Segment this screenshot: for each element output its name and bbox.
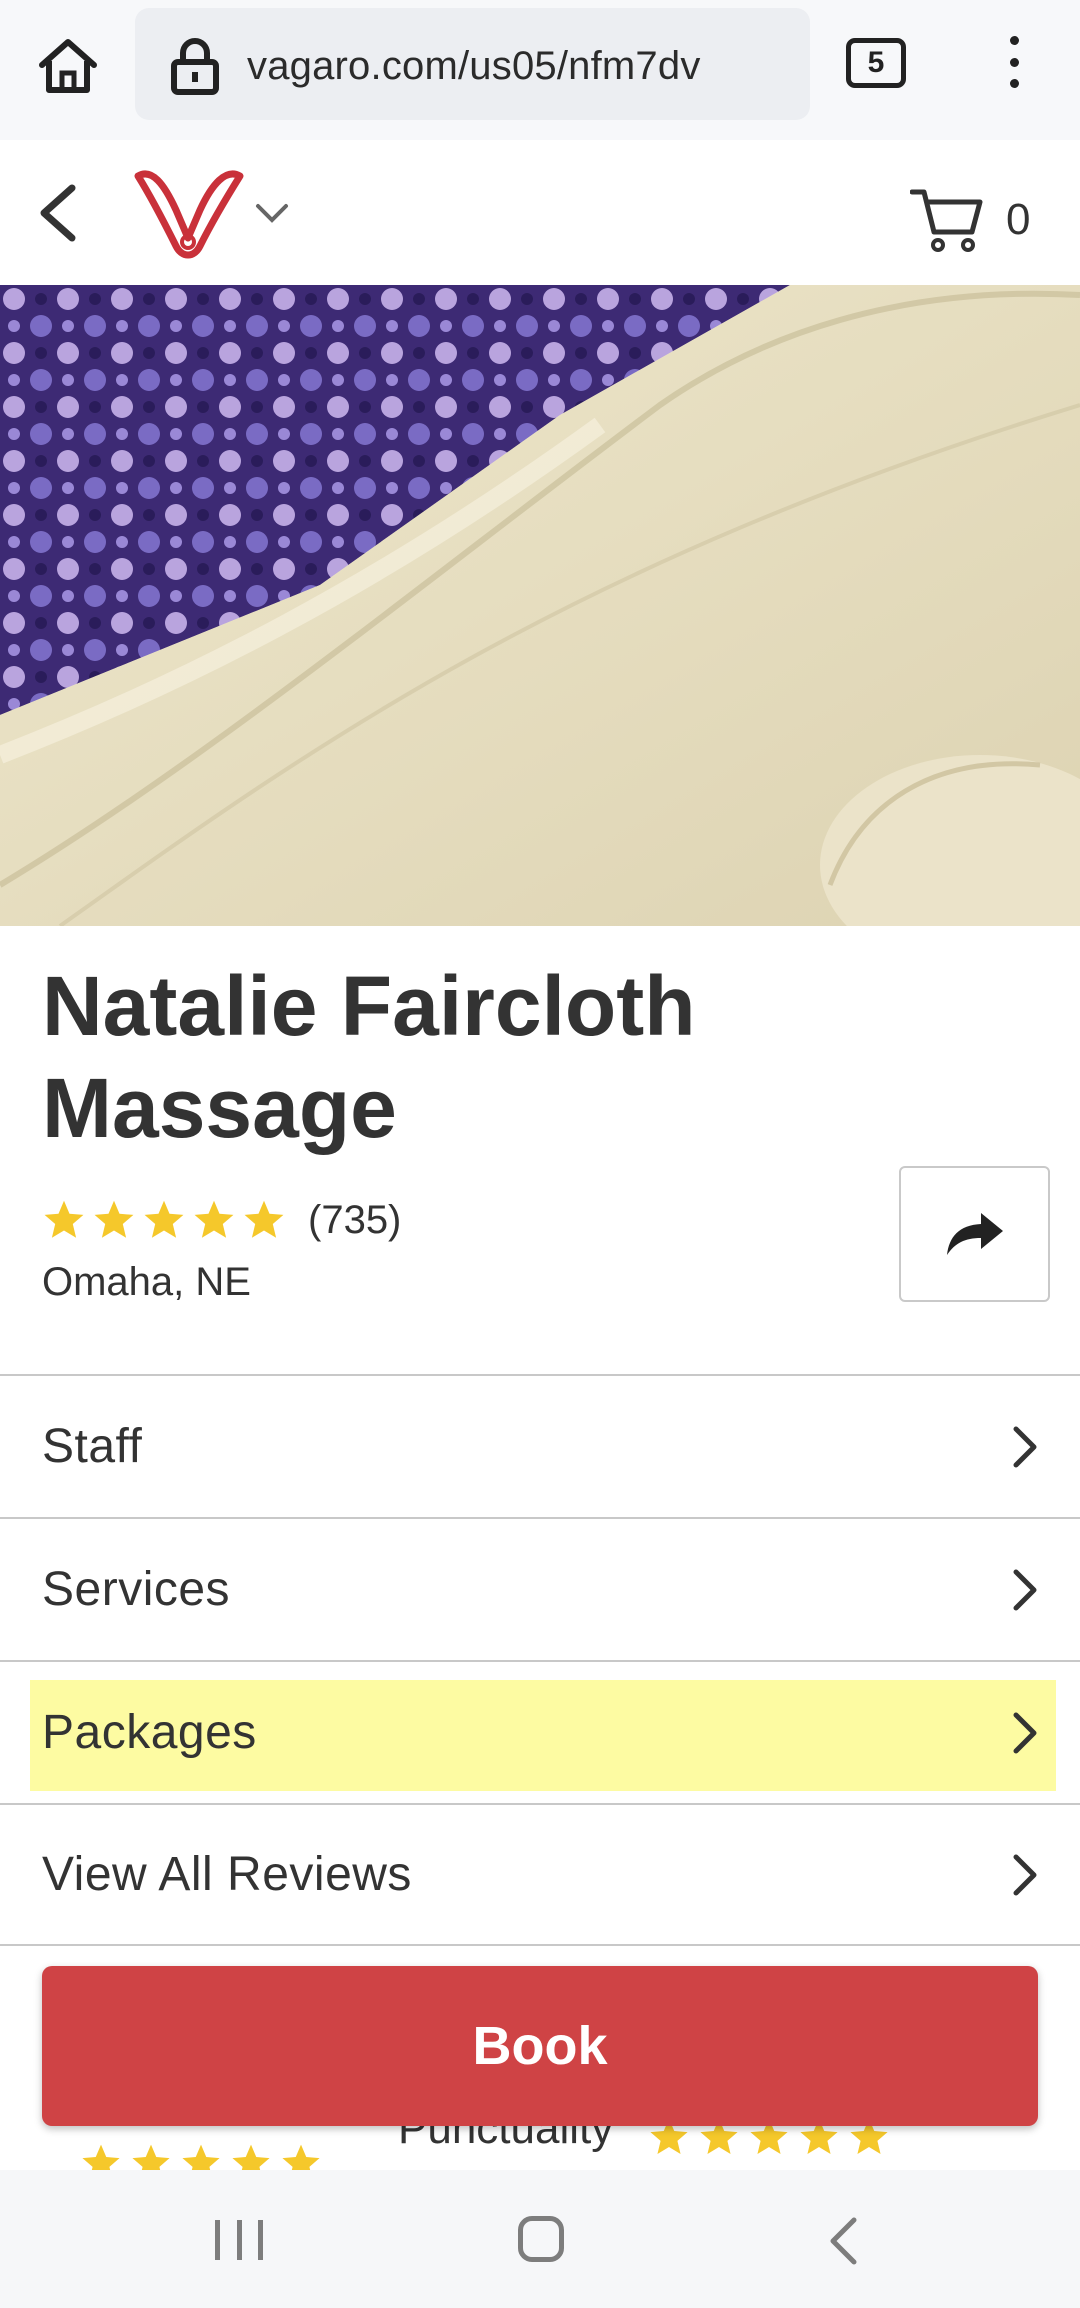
menu-item-label: Staff (42, 1420, 143, 1473)
tab-switcher-button[interactable]: 5 (846, 38, 906, 88)
system-nav-bar (0, 2170, 1080, 2308)
hero-image (0, 285, 1080, 926)
back-arrow-icon[interactable] (30, 178, 90, 248)
overall-star-rating (80, 2142, 330, 2170)
business-location: Omaha, NE (42, 1260, 251, 1304)
cart-button[interactable]: 0 (910, 180, 1050, 260)
cart-icon (910, 189, 983, 252)
star-icon (282, 2144, 320, 2170)
review-count: (735) (308, 1197, 402, 1242)
star-icon (94, 1200, 134, 1238)
lock-icon (171, 38, 219, 95)
menu-item-services[interactable]: Services (0, 1517, 1080, 1660)
star-icon (244, 1200, 284, 1238)
home-button-icon[interactable] (518, 2216, 564, 2262)
chevron-right-icon (1013, 1569, 1037, 1610)
star-icon (182, 2144, 220, 2170)
star-icon (82, 2144, 120, 2170)
menu-item-label: View All Reviews (42, 1848, 412, 1901)
business-name: Natalie Faircloth Massage (42, 959, 696, 1155)
share-arrow-icon (946, 1213, 1003, 1255)
overflow-menu-icon[interactable] (990, 32, 1038, 92)
book-button[interactable]: Book (42, 1966, 1038, 2126)
recent-apps-icon[interactable] (215, 2220, 263, 2260)
star-rating (42, 1198, 292, 1242)
star-icon (144, 1200, 184, 1238)
rating-row[interactable]: (735) (42, 1190, 401, 1250)
home-icon[interactable] (30, 28, 106, 104)
star-icon (44, 1200, 84, 1238)
chevron-right-icon (1013, 1854, 1037, 1895)
star-icon (132, 2144, 170, 2170)
menu-item-packages[interactable]: Packages (0, 1660, 1080, 1803)
vagaro-logo[interactable] (130, 162, 246, 266)
back-icon[interactable] (826, 2216, 860, 2266)
share-button[interactable] (899, 1166, 1050, 1302)
star-icon (232, 2144, 270, 2170)
site-header: 0 (0, 140, 1080, 285)
menu-item-label: Packages (42, 1706, 257, 1759)
address-bar[interactable]: vagaro.com/us05/nfm7dv (135, 8, 810, 120)
browser-toolbar: vagaro.com/us05/nfm7dv 5 (0, 0, 1080, 140)
star-icon (194, 1200, 234, 1238)
menu-item-staff[interactable]: Staff (0, 1374, 1080, 1517)
business-menu-list: Staff Services Packages View All Reviews (0, 1374, 1080, 1946)
url-text: vagaro.com/us05/nfm7dv (247, 44, 701, 88)
chevron-down-icon[interactable] (252, 198, 292, 228)
chevron-right-icon (1013, 1426, 1037, 1467)
menu-item-view-all-reviews[interactable]: View All Reviews (0, 1803, 1080, 1946)
cart-count: 0 (1006, 195, 1031, 244)
menu-item-label: Services (42, 1563, 231, 1616)
chevron-right-icon (1013, 1712, 1037, 1753)
